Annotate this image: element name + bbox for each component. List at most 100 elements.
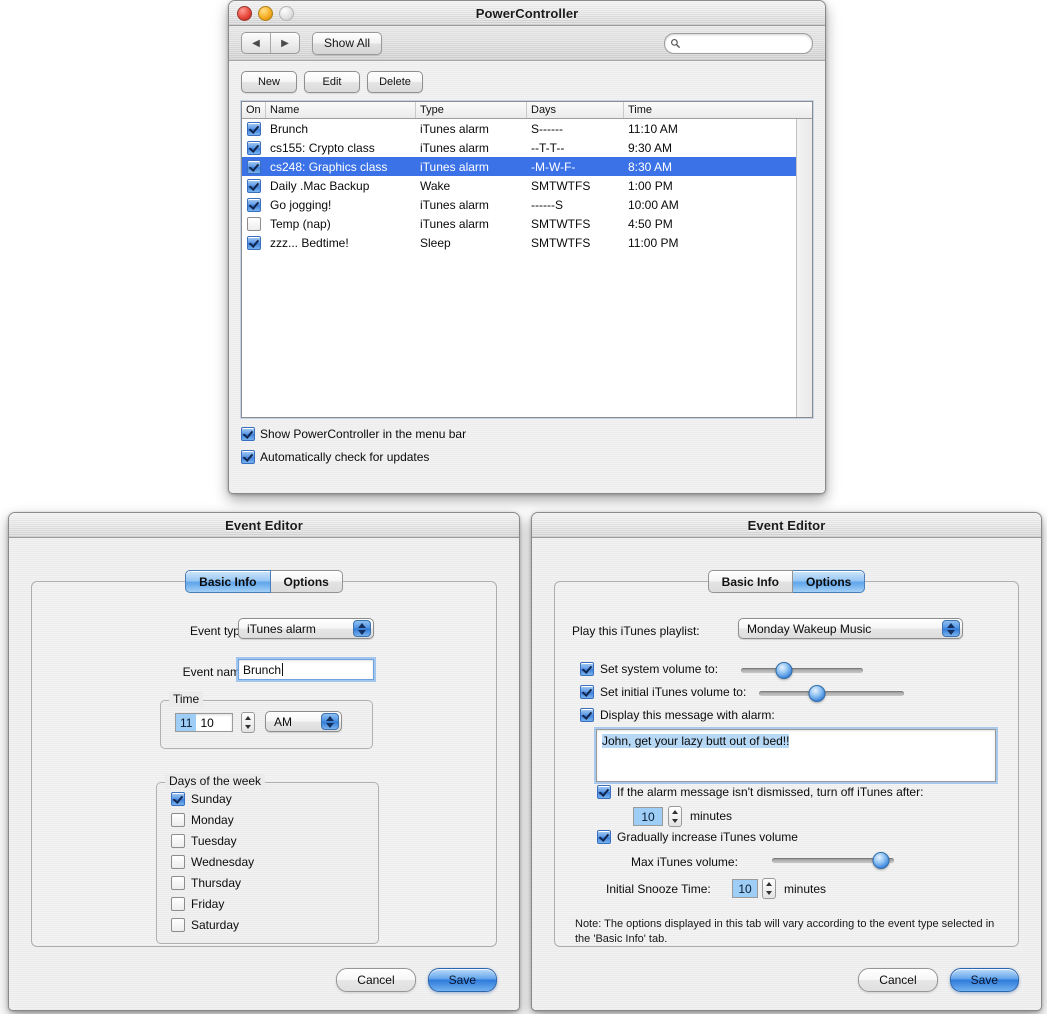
- window-controls[interactable]: [237, 6, 294, 21]
- display-message-checkbox[interactable]: [580, 708, 594, 722]
- back-arrow-icon[interactable]: ◀: [242, 33, 270, 53]
- turn-off-minutes-stepper[interactable]: [668, 806, 682, 827]
- day-row[interactable]: Tuesday: [171, 834, 254, 848]
- table-row[interactable]: cs155: Crypto class iTunes alarm --T-T-- 9:…: [242, 138, 796, 157]
- row-enabled-cell[interactable]: [242, 195, 266, 214]
- table-row[interactable]: Go jogging! iTunes alarm ------S 10:00 AM: [242, 195, 796, 214]
- tab-options[interactable]: Options: [270, 570, 343, 593]
- row-enabled-cell[interactable]: [242, 119, 266, 138]
- playlist-dropdown[interactable]: Monday Wakeup Music: [738, 618, 963, 639]
- max-volume-slider[interactable]: [772, 851, 894, 869]
- day-row[interactable]: Saturday: [171, 918, 254, 932]
- turn-off-minutes-field[interactable]: 10: [633, 807, 663, 826]
- day-row[interactable]: Monday: [171, 813, 254, 827]
- table-row[interactable]: cs248: Graphics class iTunes alarm -M-W-F-…: [242, 157, 796, 176]
- editor-right-titlebar[interactable]: Event Editor: [532, 513, 1041, 538]
- time-stepper[interactable]: [241, 712, 255, 733]
- day-row[interactable]: Wednesday: [171, 855, 254, 869]
- row-enabled-cell[interactable]: [242, 233, 266, 252]
- tab-basic-info[interactable]: Basic Info: [707, 570, 794, 593]
- edit-button[interactable]: Edit: [304, 71, 360, 93]
- new-button[interactable]: New: [241, 71, 297, 93]
- system-volume-checkbox[interactable]: [580, 662, 594, 676]
- column-header-name[interactable]: Name: [266, 102, 416, 118]
- save-button[interactable]: Save: [427, 968, 497, 992]
- editor-right-tabview: Basic Info Options Play this iTunes play…: [554, 570, 1019, 947]
- time-minute-value[interactable]: 10: [196, 714, 217, 731]
- slider-thumb[interactable]: [808, 684, 826, 702]
- row-enabled-checkbox[interactable]: [247, 159, 261, 174]
- forward-arrow-icon[interactable]: ▶: [270, 33, 299, 53]
- preference-checkbox[interactable]: [241, 450, 255, 464]
- search-field[interactable]: [664, 33, 813, 54]
- slider-thumb[interactable]: [775, 661, 793, 679]
- options-note-text: Note: The options displayed in this tab …: [575, 918, 995, 945]
- day-checkbox[interactable]: [171, 834, 185, 848]
- row-enabled-checkbox[interactable]: [247, 235, 261, 250]
- snooze-minutes-value[interactable]: 10: [733, 880, 757, 897]
- day-row[interactable]: Sunday: [171, 792, 254, 806]
- preference-checkbox[interactable]: [241, 427, 255, 441]
- day-checkbox[interactable]: [171, 792, 185, 806]
- day-checkbox[interactable]: [171, 813, 185, 827]
- tab-basic-info[interactable]: Basic Info: [185, 570, 271, 593]
- save-button[interactable]: Save: [949, 968, 1019, 992]
- close-button[interactable]: [237, 6, 252, 21]
- table-row[interactable]: Brunch iTunes alarm S------ 11:10 AM: [242, 119, 796, 138]
- navigation-segmented-control[interactable]: ◀ ▶: [241, 32, 300, 54]
- slider-thumb[interactable]: [872, 851, 890, 869]
- table-vertical-scrollbar[interactable]: [796, 119, 812, 417]
- row-enabled-checkbox[interactable]: [247, 140, 261, 155]
- row-enabled-cell[interactable]: [242, 157, 266, 176]
- day-checkbox[interactable]: [171, 855, 185, 869]
- table-row[interactable]: zzz... Bedtime! Sleep SMTWTFS 11:00 PM: [242, 233, 796, 252]
- row-enabled-checkbox[interactable]: [247, 178, 261, 193]
- snooze-minutes-field[interactable]: 10: [732, 879, 758, 898]
- show-all-button[interactable]: Show All: [312, 31, 383, 55]
- time-hour-value[interactable]: 11: [176, 714, 197, 731]
- minimize-button[interactable]: [258, 6, 273, 21]
- row-enabled-cell[interactable]: [242, 176, 266, 195]
- table-row[interactable]: Temp (nap) iTunes alarm SMTWTFS 4:50 PM: [242, 214, 796, 233]
- time-hour-minute-field[interactable]: 11 10: [175, 713, 233, 732]
- turn-off-minutes-value[interactable]: 10: [634, 808, 662, 825]
- column-header-type[interactable]: Type: [416, 102, 527, 118]
- day-checkbox[interactable]: [171, 876, 185, 890]
- snooze-stepper[interactable]: [762, 878, 776, 899]
- event-name-input[interactable]: Brunch: [238, 659, 374, 680]
- row-enabled-checkbox[interactable]: [247, 216, 261, 231]
- gradual-increase-checkbox[interactable]: [597, 830, 611, 844]
- row-enabled-checkbox[interactable]: [247, 121, 261, 136]
- turn-off-itunes-checkbox[interactable]: [597, 785, 611, 799]
- column-header-on[interactable]: On: [242, 102, 266, 118]
- alarm-message-textarea[interactable]: John, get your lazy butt out of bed!!: [596, 729, 996, 782]
- cancel-button[interactable]: Cancel: [858, 968, 938, 992]
- day-row[interactable]: Friday: [171, 897, 254, 911]
- row-enabled-checkbox[interactable]: [247, 197, 261, 212]
- cancel-button[interactable]: Cancel: [336, 968, 416, 992]
- column-header-time[interactable]: Time: [624, 102, 812, 118]
- tab-options[interactable]: Options: [793, 570, 866, 593]
- day-checkbox[interactable]: [171, 897, 185, 911]
- meridiem-dropdown[interactable]: AM: [265, 711, 342, 732]
- event-type-dropdown[interactable]: iTunes alarm: [238, 618, 374, 639]
- preference-row[interactable]: Automatically check for updates: [241, 450, 813, 464]
- row-name-cell: Go jogging!: [270, 197, 332, 212]
- preference-row[interactable]: Show PowerController in the menu bar: [241, 427, 813, 441]
- delete-button[interactable]: Delete: [367, 71, 423, 93]
- row-enabled-cell[interactable]: [242, 214, 266, 233]
- row-type-cell: Sleep: [420, 235, 451, 250]
- day-label: Thursday: [191, 876, 242, 890]
- table-row[interactable]: Daily .Mac Backup Wake SMTWTFS 1:00 PM: [242, 176, 796, 195]
- column-header-days[interactable]: Days: [527, 102, 624, 118]
- itunes-volume-checkbox[interactable]: [580, 685, 594, 699]
- day-checkbox[interactable]: [171, 918, 185, 932]
- editor-left-titlebar[interactable]: Event Editor: [9, 513, 519, 538]
- search-input[interactable]: [681, 36, 796, 51]
- row-enabled-cell[interactable]: [242, 138, 266, 157]
- zoom-button[interactable]: [279, 6, 294, 21]
- system-volume-slider[interactable]: [741, 661, 863, 679]
- day-row[interactable]: Thursday: [171, 876, 254, 890]
- main-titlebar[interactable]: PowerController: [229, 1, 825, 26]
- itunes-volume-slider[interactable]: [759, 684, 904, 702]
